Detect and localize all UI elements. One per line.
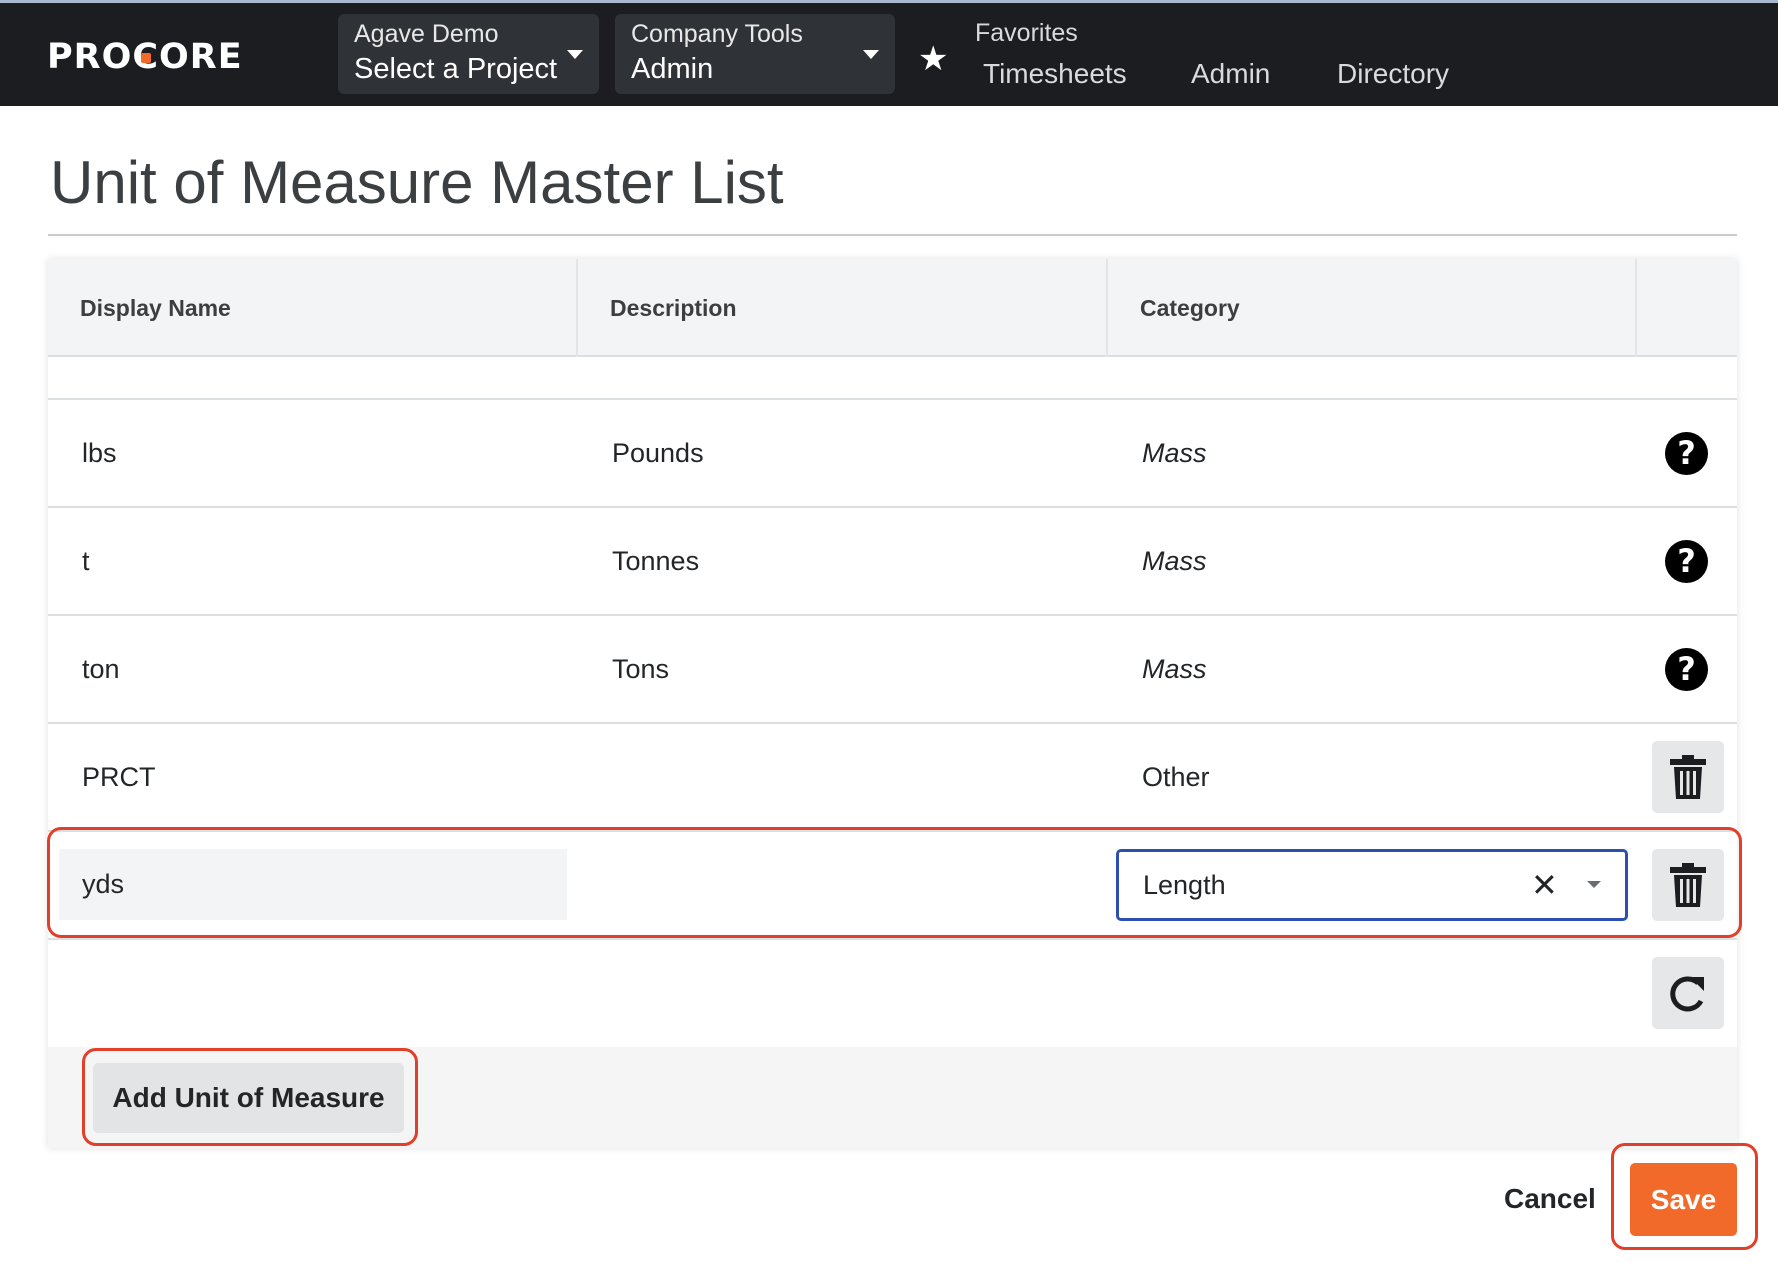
undo-button[interactable] — [1652, 957, 1724, 1029]
delete-button[interactable] — [1652, 741, 1724, 813]
table-row-partial — [48, 357, 1737, 400]
uom-table: Display Name Description Category lbs Po… — [47, 259, 1742, 1148]
favorite-link-directory[interactable]: Directory — [1337, 58, 1449, 90]
add-button-highlight — [82, 1048, 418, 1146]
cell-category: Mass — [1142, 438, 1207, 468]
procore-logo[interactable]: PROCORE — [47, 37, 243, 77]
cell-display-name: lbs — [82, 438, 117, 468]
favorites-label: Favorites — [975, 19, 1078, 47]
table-row: ton Tons Mass ? — [48, 616, 1737, 724]
header-description: Description — [578, 259, 1108, 357]
cell-description: Tonnes — [612, 546, 700, 576]
refresh-icon — [1670, 976, 1704, 1012]
page-title: Unit of Measure Master List — [50, 149, 784, 216]
trash-icon — [1670, 755, 1706, 799]
table-row: PRCT Other — [48, 724, 1737, 832]
cell-display-name: PRCT — [82, 762, 156, 792]
table-row: lbs Pounds Mass ? — [48, 400, 1737, 508]
table-row-empty — [48, 940, 1737, 1048]
edit-row-highlight — [47, 827, 1742, 938]
tool-dropdown[interactable]: Company Tools Admin — [615, 14, 895, 94]
header-display-name: Display Name — [48, 259, 578, 357]
tool-dropdown-value: Admin — [631, 53, 714, 85]
table-row: t Tonnes Mass ? — [48, 508, 1737, 616]
project-dropdown-label: Agave Demo — [354, 20, 499, 48]
tool-dropdown-label: Company Tools — [631, 20, 803, 48]
help-icon[interactable]: ? — [1665, 648, 1708, 691]
cell-category: Other — [1142, 762, 1210, 792]
help-icon[interactable]: ? — [1665, 432, 1708, 475]
chevron-down-icon — [567, 50, 583, 59]
cell-category: Mass — [1142, 654, 1207, 684]
table-footer: Add Unit of Measure — [48, 1047, 1737, 1148]
cell-description: Pounds — [612, 438, 704, 468]
favorite-link-admin[interactable]: Admin — [1191, 58, 1270, 90]
project-dropdown-value: Select a Project — [354, 53, 558, 85]
chevron-down-icon — [863, 50, 879, 59]
help-icon[interactable]: ? — [1665, 540, 1708, 583]
favorite-link-timesheets[interactable]: Timesheets — [983, 58, 1127, 90]
top-nav: PROCORE Agave Demo Select a Project Comp… — [0, 0, 1778, 106]
header-category: Category — [1108, 259, 1637, 357]
divider — [48, 234, 1737, 236]
project-dropdown[interactable]: Agave Demo Select a Project — [338, 14, 599, 94]
cell-category: Mass — [1142, 546, 1207, 576]
save-highlight — [1611, 1143, 1758, 1250]
cell-description: Tons — [612, 654, 670, 684]
table-header: Display Name Description Category — [48, 259, 1737, 357]
cell-display-name: ton — [82, 654, 120, 684]
cancel-button[interactable]: Cancel — [1504, 1183, 1596, 1215]
star-icon[interactable]: ★ — [918, 39, 948, 79]
cell-display-name: t — [82, 546, 90, 576]
